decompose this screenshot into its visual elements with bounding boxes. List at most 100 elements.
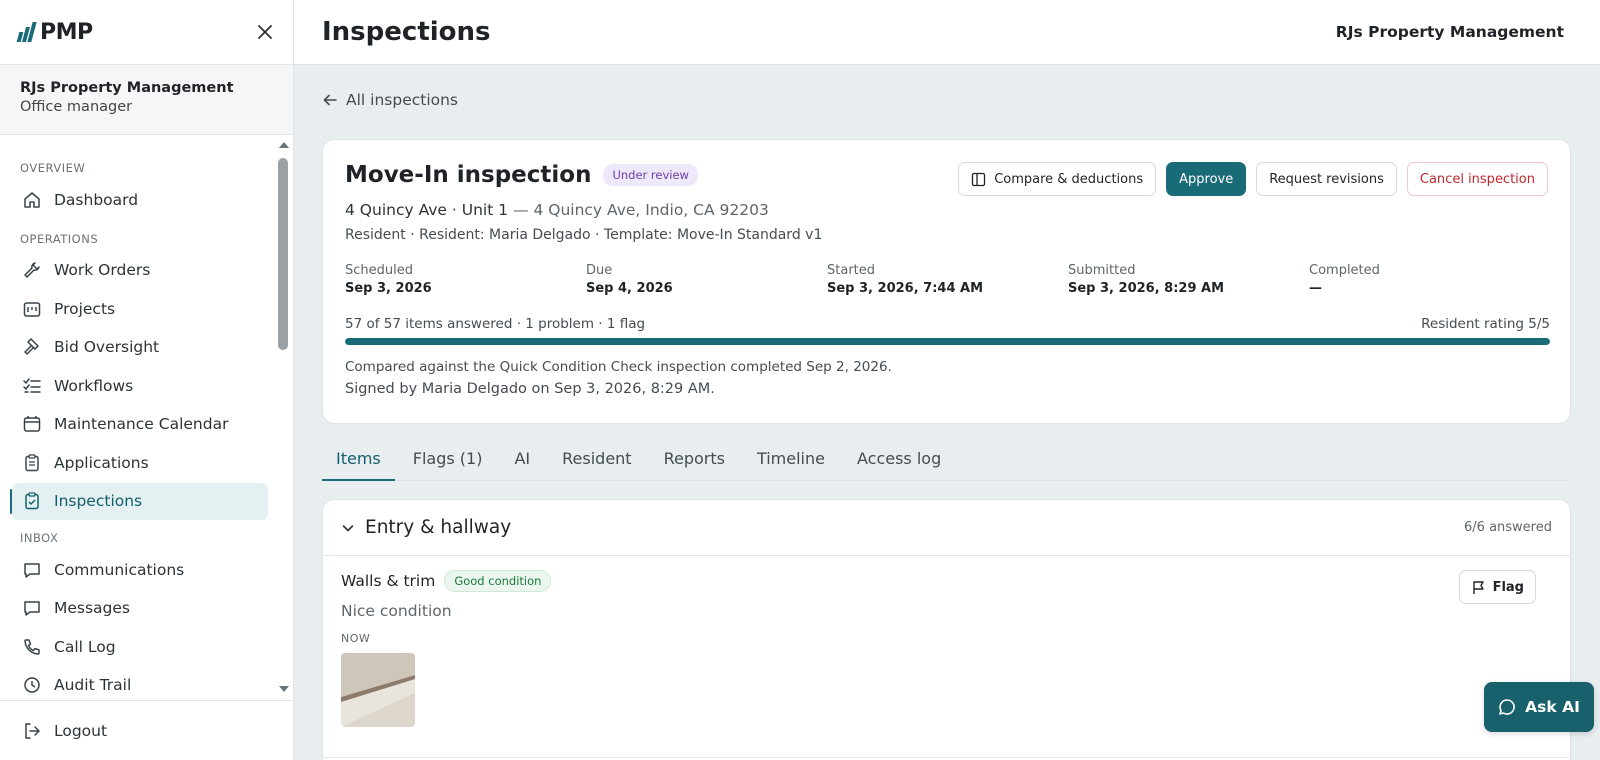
flag-icon [1472, 580, 1484, 594]
sidebar-item-label: Workflows [54, 376, 134, 395]
request-revisions-button[interactable]: Request revisions [1256, 162, 1397, 196]
gavel-icon [24, 338, 39, 355]
sidebar-item-projects[interactable]: Projects [12, 290, 268, 327]
flag-button[interactable]: Flag [1458, 570, 1536, 604]
date-value: Sep 4, 2026 [586, 281, 673, 296]
date-value: Sep 3, 2026 [345, 281, 432, 296]
section-toggle[interactable]: Entry & hallway [341, 517, 511, 538]
sidebar-item-call-log[interactable]: Call Log [12, 628, 268, 665]
logo-mark-icon [16, 22, 37, 42]
chevron-down-icon [342, 524, 354, 531]
sidebar: PMP RJs Property Management Office manag… [0, 0, 294, 760]
message-icon [24, 601, 40, 616]
signed-note: Signed by Maria Delgado on Sep 3, 2026, … [345, 381, 715, 397]
tab-flags[interactable]: Flags (1) [399, 441, 497, 481]
scrollbar-thumb[interactable] [278, 158, 288, 350]
clipboard-check-icon [25, 492, 39, 510]
sidebar-item-maintenance-calendar[interactable]: Maintenance Calendar [12, 406, 268, 443]
back-link-label: All inspections [346, 91, 459, 109]
org-switcher[interactable]: RJs Property Management Office manager [0, 65, 293, 135]
cancel-inspection-button[interactable]: Cancel inspection [1406, 162, 1548, 196]
compare-deductions-button[interactable]: Compare & deductions [958, 162, 1157, 196]
back-to-inspections-link[interactable]: All inspections [322, 91, 458, 109]
date-label: Scheduled [345, 263, 413, 278]
sidebar-item-bid-oversight[interactable]: Bid Oversight [12, 329, 268, 366]
inspection-address: 4 Quincy Ave · Unit 1 — 4 Quincy Ave, In… [345, 201, 769, 219]
org-menu[interactable]: RJs Property Management [1336, 23, 1564, 41]
nav-section-overview: OVERVIEW [20, 161, 86, 175]
sidebar-item-inspections[interactable]: Inspections [10, 482, 268, 520]
progress-summary: 57 of 57 items answered · 1 problem · 1 … [345, 316, 1550, 332]
section-answered-count: 6/6 answered [1464, 520, 1552, 535]
ask-ai-label: Ask AI [1525, 698, 1580, 716]
nav-section-inbox: INBOX [20, 531, 59, 545]
tab-items[interactable]: Items [322, 441, 395, 481]
progress-bar-fill [345, 338, 1550, 345]
inspection-summary-card: Move-In inspection Under review 4 Quincy… [322, 139, 1571, 424]
sidebar-item-applications[interactable]: Applications [12, 444, 268, 481]
sidebar-item-label: Maintenance Calendar [54, 415, 229, 433]
date-value: — [1309, 281, 1322, 296]
date-value: Sep 3, 2026, 7:44 AM [827, 281, 984, 296]
logout-label: Logout [54, 721, 108, 740]
sidebar-item-label: Communications [54, 560, 185, 579]
date-label: Started [827, 263, 876, 278]
wrench-icon [24, 262, 40, 278]
sidebar-item-audit-trail[interactable]: Audit Trail [12, 667, 268, 701]
inspection-actions: Compare & deductions Approve Request rev… [958, 162, 1548, 196]
inspection-title: Move-In inspection [345, 162, 592, 188]
approve-button[interactable]: Approve [1166, 162, 1247, 196]
scroll-up-arrow-icon[interactable] [279, 142, 289, 148]
sidebar-item-dashboard[interactable]: Dashboard [12, 181, 268, 218]
sidebar-item-messages[interactable]: Messages [12, 590, 268, 627]
date-value: Sep 3, 2026, 8:29 AM [1068, 281, 1225, 296]
tab-ai[interactable]: AI [500, 441, 544, 481]
projects-icon [23, 301, 41, 317]
date-label: Completed [1309, 263, 1380, 278]
sidebar-item-label: Call Log [54, 637, 116, 656]
date-due: Due Sep 4, 2026 [586, 263, 827, 296]
resident-rating: Resident rating 5/5 [1421, 316, 1550, 332]
sidebar-scrollbar[interactable] [277, 138, 289, 696]
tab-reports[interactable]: Reports [650, 441, 739, 481]
condition-badge: Good condition [444, 570, 552, 592]
sidebar-item-label: Projects [54, 299, 116, 318]
top-bar: Inspections RJs Property Management [294, 0, 1600, 65]
sidebar-item-label: Work Orders [54, 261, 151, 279]
logout-icon [25, 722, 40, 739]
item-title: Walls & trim [341, 572, 436, 590]
flag-label: Flag [1492, 579, 1524, 595]
logo[interactable]: PMP [16, 19, 93, 45]
org-name: RJs Property Management [20, 80, 234, 96]
sidebar-item-workflows[interactable]: Workflows [12, 367, 268, 404]
tab-access-log[interactable]: Access log [843, 441, 955, 481]
sidebar-nav: OVERVIEW Dashboard OPERATIONS Work Order… [0, 135, 280, 700]
item-note: Nice condition [341, 602, 452, 620]
chat-bubble-icon [1499, 699, 1516, 715]
compare-note: Compared against the Quick Condition Che… [345, 359, 892, 375]
date-scheduled: Scheduled Sep 3, 2026 [345, 263, 586, 296]
section-header: Entry & hallway 6/6 answered [323, 500, 1570, 556]
tab-timeline[interactable]: Timeline [743, 441, 839, 481]
inspection-item: Walls & trim Good condition Nice conditi… [341, 570, 1536, 727]
sidebar-item-communications[interactable]: Communications [12, 551, 268, 588]
item-photo[interactable] [341, 653, 415, 727]
main-content: All inspections Move-In inspection Under… [294, 65, 1600, 760]
tab-resident[interactable]: Resident [548, 441, 645, 481]
compare-deductions-label: Compare & deductions [994, 171, 1144, 187]
logout-button[interactable]: Logout [0, 700, 293, 760]
calendar-icon [23, 416, 41, 432]
logo-text: PMP [40, 19, 93, 45]
inspection-dates: Scheduled Sep 3, 2026 Due Sep 4, 2026 St… [345, 263, 1550, 296]
date-label: Submitted [1068, 263, 1136, 278]
clipboard-icon [25, 453, 39, 471]
close-sidebar-icon[interactable] [255, 22, 275, 42]
section-entry-hallway: Entry & hallway 6/6 answered Walls & tri… [322, 499, 1571, 760]
scroll-down-arrow-icon[interactable] [279, 686, 289, 692]
sidebar-item-work-orders[interactable]: Work Orders [12, 252, 268, 289]
date-submitted: Submitted Sep 3, 2026, 8:29 AM [1068, 263, 1309, 296]
ask-ai-button[interactable]: Ask AI [1484, 682, 1594, 732]
progress-text: 57 of 57 items answered · 1 problem · 1 … [345, 316, 646, 332]
sidebar-item-label: Audit Trail [54, 676, 132, 694]
date-label: Due [586, 263, 613, 278]
